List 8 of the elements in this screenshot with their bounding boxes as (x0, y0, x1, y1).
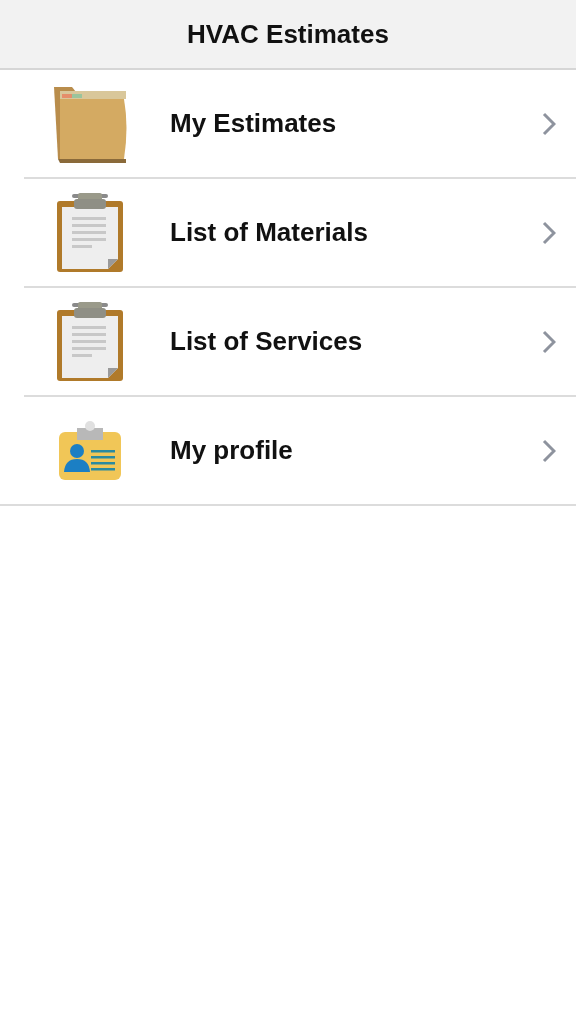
clipboard-icon (56, 192, 124, 273)
chevron-icon (542, 329, 556, 354)
chevron-icon (542, 220, 556, 245)
clipboard-icon (56, 301, 124, 382)
chevron-icon (542, 111, 556, 136)
chevron-icon (542, 438, 556, 463)
app-title: HVAC Estimates (187, 17, 389, 51)
id-card-icon (57, 419, 123, 482)
